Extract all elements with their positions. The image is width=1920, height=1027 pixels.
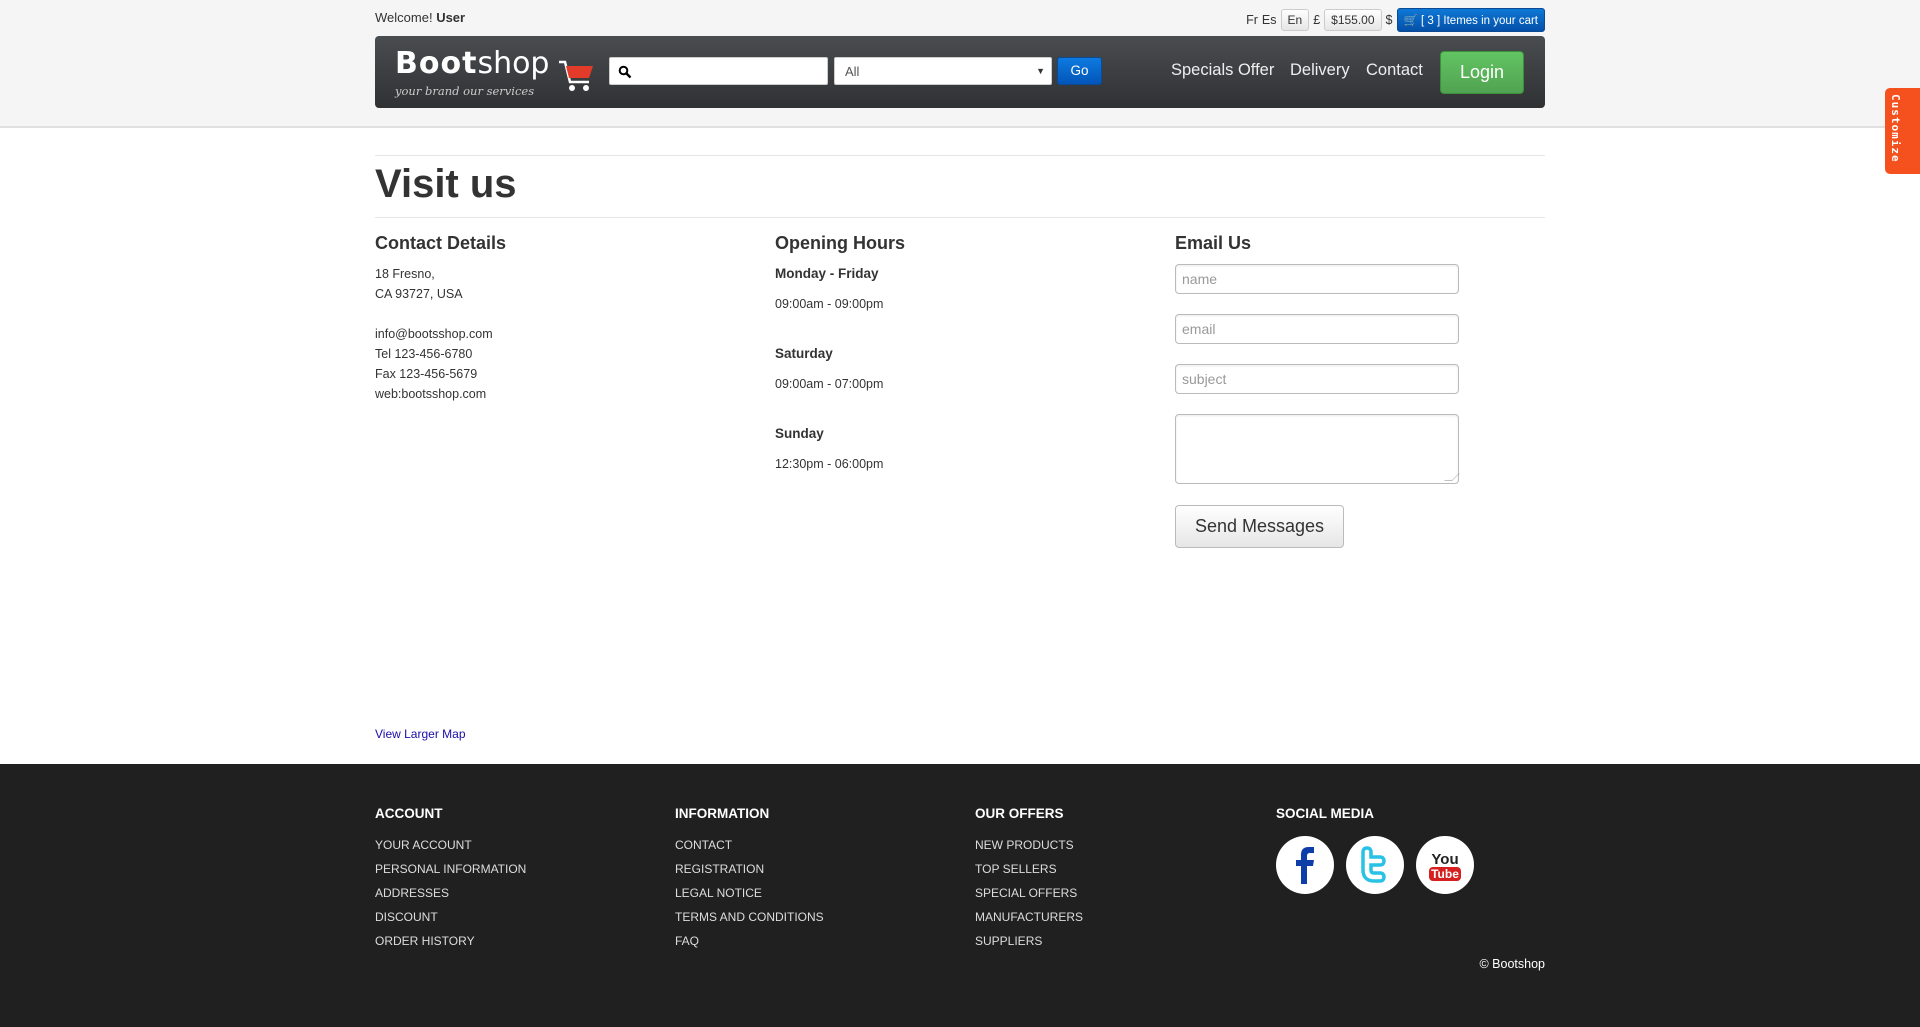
email-placeholder: email: [1182, 321, 1216, 337]
twitter-glyph: [1361, 846, 1386, 883]
footer-link-contact[interactable]: CONTACT: [675, 838, 732, 852]
chevron-down-icon: ▼: [1036, 66, 1045, 76]
footer-link-suppliers[interactable]: SUPPLIERS: [975, 934, 1042, 948]
hours-time-weekday: 09:00am - 09:00pm: [775, 297, 884, 311]
page-title: Visit us: [375, 162, 517, 206]
hours-day-sunday: Sunday: [775, 426, 824, 441]
send-messages-button[interactable]: Send Messages: [1175, 505, 1344, 548]
address-line-2: CA 93727, USA: [375, 287, 463, 301]
footer: ACCOUNT YOUR ACCOUNT PERSONAL INFORMATIO…: [0, 764, 1920, 1027]
divider: [375, 155, 1545, 156]
footer-link-order-history[interactable]: ORDER HISTORY: [375, 934, 475, 948]
youtube-icon[interactable]: You Tube: [1416, 836, 1474, 894]
contact-fax: Fax 123-456-5679: [375, 367, 478, 381]
youtube-glyph: You Tube: [1429, 851, 1461, 881]
footer-link-terms[interactable]: TERMS AND CONDITIONS: [675, 910, 824, 924]
go-button[interactable]: Go: [1057, 57, 1102, 85]
search-icon: [618, 65, 632, 79]
svg-text:Tube: Tube: [1431, 867, 1459, 881]
copyright: © Bootshop: [1479, 957, 1545, 971]
cart-icon: 🛒: [1403, 15, 1418, 27]
email-heading: Email Us: [1175, 233, 1252, 253]
footer-link-top-sellers[interactable]: TOP SELLERS: [975, 862, 1057, 876]
category-select[interactable]: All ▼: [834, 57, 1052, 85]
topbar-right: Fr Es En £ $155.00 $ 🛒 [ 3 ] Itemes in y…: [1246, 8, 1545, 32]
search-input[interactable]: [609, 57, 828, 85]
lang-fr[interactable]: Fr: [1246, 13, 1258, 27]
nav-specials-offer[interactable]: Specials Offer: [1171, 61, 1274, 80]
footer-offers-heading: OUR OFFERS: [975, 806, 1064, 821]
hours-time-sunday: 12:30pm - 06:00pm: [775, 457, 884, 471]
footer-information-heading: INFORMATION: [675, 806, 770, 821]
login-button[interactable]: Login: [1440, 51, 1524, 94]
resize-grip-icon[interactable]: [1444, 473, 1460, 481]
hours-time-saturday: 09:00am - 07:00pm: [775, 377, 884, 391]
footer-link-your-account[interactable]: YOUR ACCOUNT: [375, 838, 472, 852]
footer-link-registration[interactable]: REGISTRATION: [675, 862, 764, 876]
address-line-1: 18 Fresno,: [375, 267, 435, 281]
nav-delivery[interactable]: Delivery: [1290, 61, 1350, 80]
currency-usd[interactable]: $: [1386, 13, 1393, 27]
footer-link-manufacturers[interactable]: MANUFACTURERS: [975, 910, 1083, 924]
footer-link-new-products[interactable]: NEW PRODUCTS: [975, 838, 1074, 852]
message-textarea[interactable]: [1175, 414, 1460, 484]
lang-en-button[interactable]: En: [1280, 9, 1310, 31]
footer-link-special-offers[interactable]: SPECIAL OFFERS: [975, 886, 1077, 900]
subject-field[interactable]: subject: [1175, 364, 1459, 394]
footer-link-legal-notice[interactable]: LEGAL NOTICE: [675, 886, 762, 900]
hours-day-weekday: Monday - Friday: [775, 266, 879, 281]
welcome-user[interactable]: User: [436, 10, 465, 25]
lang-es[interactable]: Es: [1262, 13, 1277, 27]
email-field[interactable]: email: [1175, 314, 1459, 344]
contact-web: web:bootsshop.com: [375, 387, 487, 401]
svg-text:You: You: [1431, 851, 1458, 868]
customize-tab[interactable]: Customize: [1885, 88, 1920, 174]
contact-heading: Contact Details: [375, 233, 507, 253]
divider: [375, 217, 1545, 218]
navbar: Bootshop your brand our services All ▼ G…: [375, 36, 1545, 108]
logo-tagline: your brand our services: [395, 84, 535, 98]
footer-link-addresses[interactable]: ADDRESSES: [375, 886, 449, 900]
footer-link-personal-information[interactable]: PERSONAL INFORMATION: [375, 862, 526, 876]
cart-label: [ 3 ] Itemes in your cart: [1421, 15, 1538, 27]
customize-label: Customize: [1889, 94, 1902, 163]
name-placeholder: name: [1182, 271, 1218, 287]
contact-email: info@bootsshop.com: [375, 327, 493, 341]
facebook-glyph: [1296, 847, 1314, 884]
logo[interactable]: Bootshop your brand our services: [395, 46, 595, 102]
name-field[interactable]: name: [1175, 264, 1459, 294]
twitter-icon[interactable]: [1346, 836, 1404, 894]
footer-link-discount[interactable]: DISCOUNT: [375, 910, 438, 924]
facebook-icon[interactable]: [1276, 836, 1334, 894]
footer-link-faq[interactable]: FAQ: [675, 934, 699, 948]
nav-contact[interactable]: Contact: [1366, 61, 1423, 80]
cart-button[interactable]: 🛒 [ 3 ] Itemes in your cart: [1396, 8, 1545, 32]
welcome-prefix: Welcome!: [375, 10, 433, 25]
logo-text: shop: [477, 46, 550, 81]
logo-text-bold: Boot: [395, 46, 478, 81]
footer-account-heading: ACCOUNT: [375, 806, 443, 821]
subject-placeholder: subject: [1182, 371, 1227, 387]
hours-heading: Opening Hours: [775, 233, 905, 253]
logo-cart-icon: [559, 60, 593, 91]
hours-day-saturday: Saturday: [775, 346, 833, 361]
category-selected: All: [845, 64, 860, 79]
footer-social-heading: SOCIAL MEDIA: [1276, 806, 1375, 821]
contact-tel: Tel 123-456-6780: [375, 347, 473, 361]
view-larger-map-link[interactable]: View Larger Map: [375, 727, 466, 741]
cart-total[interactable]: $155.00: [1324, 9, 1382, 31]
currency-gbp[interactable]: £: [1313, 13, 1320, 27]
